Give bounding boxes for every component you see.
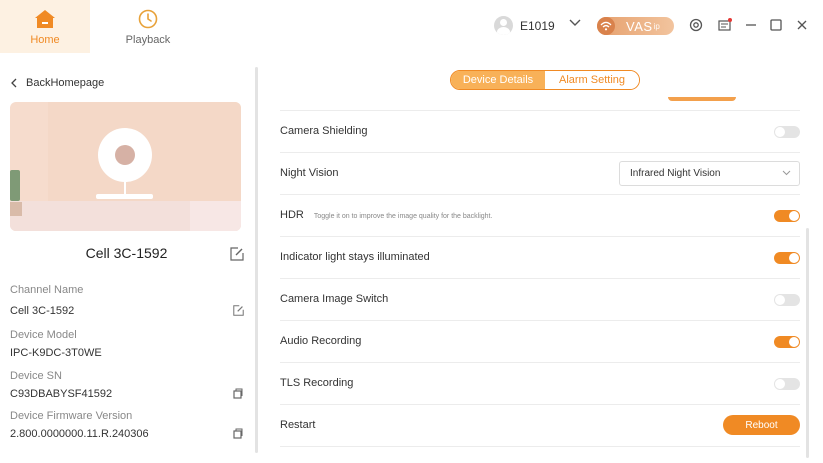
setting-camera-shielding: Camera Shielding (280, 111, 800, 153)
indicator-light-toggle[interactable] (774, 252, 800, 264)
chevron-left-icon (11, 78, 17, 88)
settings-tabs: Device Details Alarm Setting (450, 70, 640, 90)
setting-hdr: HDR Toggle it on to improve the image qua… (280, 195, 800, 237)
maximize-icon[interactable] (769, 18, 783, 32)
close-icon[interactable] (795, 18, 809, 32)
chevron-down-icon (782, 170, 791, 176)
top-bar: Home Playback E1019 VAS ip (0, 0, 823, 55)
setting-label: Night Vision (280, 167, 339, 179)
night-vision-select-value: Infrared Night Vision (630, 168, 721, 179)
channel-name-label: Channel Name (10, 284, 84, 296)
nav-playback[interactable]: Playback (103, 0, 193, 53)
left-scrollbar[interactable] (255, 67, 258, 453)
wifi-icon (597, 17, 615, 35)
setting-audio-recording: Audio Recording (280, 321, 800, 363)
edit-icon[interactable] (230, 247, 244, 261)
setting-night-vision: Night Vision Infrared Night Vision (280, 153, 800, 195)
nav-playback-label: Playback (125, 34, 171, 46)
back-homepage-link[interactable]: BackHomepage (10, 77, 104, 89)
camera-illustration (98, 128, 152, 182)
settings-icon[interactable] (689, 18, 703, 32)
setting-label: HDR Toggle it on to improve the image qua… (280, 209, 492, 221)
hdr-hint: Toggle it on to improve the image qualit… (313, 213, 493, 220)
home-icon (35, 10, 55, 28)
device-preview-image (10, 102, 241, 231)
vas-sub-label: ip (653, 21, 660, 31)
device-model-value: IPC-K9DC-3T0WE (10, 347, 102, 359)
setting-label: Camera Image Switch (280, 293, 389, 305)
nav-home-label: Home (30, 34, 60, 46)
right-scrollbar[interactable] (806, 228, 809, 458)
setting-label: Restart (280, 419, 316, 431)
setting-indicator-light: Indicator light stays illuminated (280, 237, 800, 279)
message-icon[interactable] (718, 18, 732, 32)
setting-label: Audio Recording (280, 335, 362, 347)
setting-tls-recording: TLS Recording (280, 363, 800, 405)
nav-home[interactable]: Home (0, 0, 90, 53)
audio-recording-toggle[interactable] (774, 336, 800, 348)
vas-badge[interactable]: VAS ip (597, 17, 674, 35)
device-sn-value: C93DBABYSF41592 (10, 388, 113, 400)
device-model-label: Device Model (10, 329, 77, 341)
user-account[interactable]: E1019 (494, 16, 555, 35)
setting-label: Camera Shielding (280, 125, 368, 137)
device-name: Cell 3C-1592 (85, 245, 168, 261)
device-info-panel: BackHomepage Cell 3C-1592 Channel Name C… (0, 67, 255, 463)
cut-off-button[interactable] (668, 97, 736, 101)
hdr-toggle[interactable] (774, 210, 800, 222)
tab-device-details[interactable]: Device Details (451, 71, 545, 89)
tls-recording-toggle[interactable] (774, 378, 800, 390)
setting-restart: Restart Reboot (280, 405, 800, 447)
back-label: BackHomepage (26, 77, 105, 89)
setting-camera-image-switch: Camera Image Switch (280, 279, 800, 321)
device-sn-label: Device SN (10, 370, 62, 382)
edit-icon[interactable] (233, 305, 244, 316)
vas-label: VAS (626, 18, 653, 34)
setting-label: TLS Recording (280, 377, 354, 389)
camera-shielding-toggle[interactable] (774, 126, 800, 138)
night-vision-select[interactable]: Infrared Night Vision (619, 161, 800, 186)
channel-name-value: Cell 3C-1592 (10, 305, 75, 317)
hdr-label: HDR (280, 209, 304, 221)
reboot-button[interactable]: Reboot (723, 415, 800, 435)
setting-label: Indicator light stays illuminated (280, 251, 430, 263)
firmware-version-label: Device Firmware Version (10, 410, 133, 422)
tab-alarm-setting[interactable]: Alarm Setting (545, 71, 639, 89)
firmware-version-value: 2.800.0000000.11.R.240306 (10, 428, 149, 440)
copy-icon[interactable] (233, 388, 243, 399)
clock-icon (138, 9, 158, 29)
user-name: E1019 (520, 18, 555, 33)
camera-image-switch-toggle[interactable] (774, 294, 800, 306)
copy-icon[interactable] (233, 428, 243, 439)
avatar (494, 16, 513, 35)
minimize-icon[interactable] (744, 18, 758, 32)
chevron-down-icon[interactable] (569, 19, 581, 27)
